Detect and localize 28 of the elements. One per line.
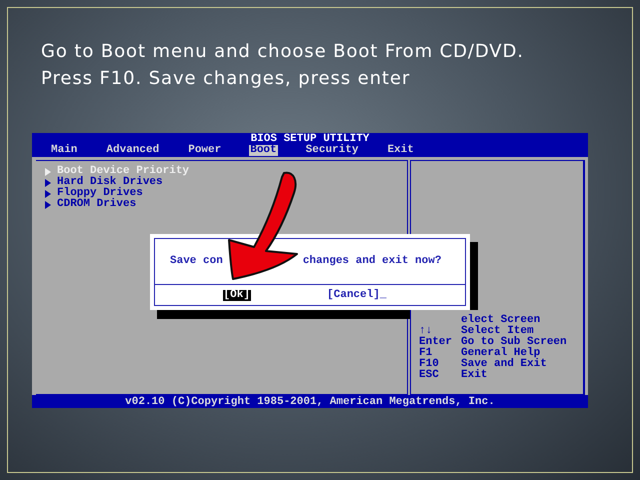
help-key: F10 [419, 359, 461, 370]
menu-tab[interactable]: Main [50, 145, 78, 156]
copyright-footer: v02.10 (C)Copyright 1985-2001, American Megatrends, Inc. [32, 395, 588, 408]
menu-tab[interactable]: Exit [386, 145, 415, 156]
help-key: ↑↓ [419, 326, 461, 337]
bios-title: BIOS SETUP UTILITY [250, 133, 370, 145]
help-text: elect Screen [461, 315, 540, 326]
slide-title-line: Press F10. Save changes, press enter [41, 67, 410, 91]
help-key: F1 [419, 348, 461, 359]
menu-tab[interactable]: Security [304, 145, 360, 156]
help-text: Go to Sub Screen [461, 337, 567, 348]
help-key: Enter [419, 337, 461, 348]
dialog-message: changes and exit now? [302, 256, 442, 267]
dialog-shadow [470, 242, 478, 310]
slide-title-line: Go to Boot menu and choose Boot From CD/DVD. [41, 40, 524, 64]
menu-item[interactable]: Hard Disk Drives [45, 177, 407, 188]
help-key: ESC [419, 370, 461, 381]
menu-item[interactable]: Floppy Drives [45, 188, 407, 199]
menu-tab[interactable]: Boot [249, 145, 278, 156]
help-text: Select Item [461, 326, 534, 337]
dialog-button[interactable]: [Cancel]_ [326, 290, 388, 300]
menu-item[interactable]: CDROM Drives [45, 199, 407, 210]
dialog-message: Save con [170, 256, 223, 267]
menu-tab[interactable]: Power [187, 145, 222, 156]
help-text: General Help [461, 348, 540, 359]
help-text: Exit [461, 370, 488, 381]
menu-tab[interactable]: Advanced [105, 145, 160, 156]
help-text: Save and Exit [461, 359, 547, 370]
